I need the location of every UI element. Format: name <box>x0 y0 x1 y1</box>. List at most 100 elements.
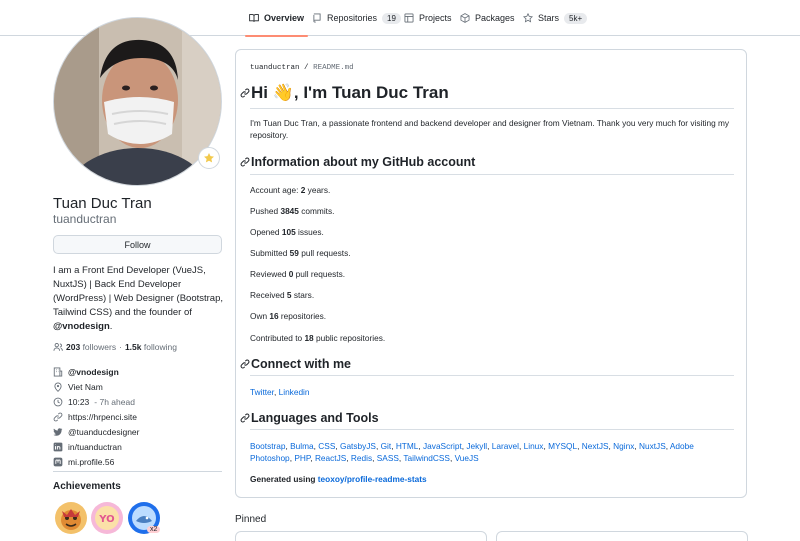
repo-icon <box>313 13 321 23</box>
tab-label: Overview <box>264 13 305 23</box>
generated-line: Generated using teoxoy/profile-readme-st… <box>250 473 427 485</box>
detail-twitter-text: @tuanducdesigner <box>68 426 140 437</box>
tool-link[interactable]: Redis <box>351 453 372 463</box>
yolo-badge-icon[interactable]: YO <box>90 501 124 535</box>
tab-repositories[interactable]: Repositories 19 <box>312 0 401 36</box>
tool-link[interactable]: PHP <box>294 453 310 463</box>
followers-link[interactable]: 203 followers <box>66 342 116 352</box>
tool-link[interactable]: ReactJS <box>315 453 346 463</box>
tab-label: Stars <box>538 13 560 23</box>
separator: · <box>119 342 122 352</box>
follow-button[interactable]: Follow <box>53 235 222 254</box>
detail-org[interactable]: @vnodesign <box>53 364 223 379</box>
generated-label: Generated using <box>250 474 316 484</box>
bio-org-link[interactable]: @vnodesign <box>53 321 110 332</box>
title-divider <box>250 108 734 109</box>
tab-stars[interactable]: Stars 5k+ <box>523 0 588 36</box>
connect-heading-text: Connect with me <box>251 357 352 371</box>
anchor-link-icon[interactable] <box>240 157 250 167</box>
achievement-badge-icon[interactable] <box>54 501 88 535</box>
tool-link[interactable]: Git <box>381 441 392 451</box>
pinned-repo-card[interactable] <box>235 531 487 541</box>
info-divider <box>250 174 734 175</box>
twitter-icon <box>53 427 63 436</box>
followers-label: followers <box>82 342 117 352</box>
avatar[interactable] <box>53 17 222 186</box>
stat-value: 16 <box>269 311 279 321</box>
stat-post: public repositories. <box>313 333 386 343</box>
readme-title-text: Hi 👋, I'm Tuan Duc Tran <box>251 83 449 102</box>
tool-link[interactable]: JavaScript <box>423 441 462 451</box>
tab-label: Projects <box>419 13 452 23</box>
tab-overview[interactable]: Overview <box>244 0 309 37</box>
profile-fullname: Tuan Duc Tran <box>53 195 152 212</box>
table-icon <box>404 13 414 23</box>
sidebar-divider <box>53 471 222 472</box>
anchor-link-icon[interactable] <box>240 413 250 423</box>
anchor-link-icon[interactable] <box>240 88 250 98</box>
crumb-file[interactable]: README.md <box>313 64 354 72</box>
anchor-link-icon[interactable] <box>240 359 250 369</box>
tools-divider <box>250 429 734 430</box>
twitter-link[interactable]: Twitter <box>250 387 274 397</box>
svg-text:YO: YO <box>98 514 114 525</box>
detail-website[interactable]: https://hrpenci.site <box>53 409 223 424</box>
pinned-repo-card[interactable] <box>496 531 748 541</box>
tool-link[interactable]: VueJS <box>455 453 479 463</box>
achievement-multiplier: x2 <box>147 526 161 533</box>
detail-twitter[interactable]: @tuanducdesigner <box>53 424 223 439</box>
linkedin-icon <box>53 442 63 451</box>
tab-packages[interactable]: Packages <box>460 0 515 36</box>
readme-intro: I'm Tuan Duc Tran, a passionate frontend… <box>250 118 730 140</box>
following-link[interactable]: 1.5k following <box>125 342 177 352</box>
tool-link[interactable]: Nginx <box>613 441 634 451</box>
tool-link[interactable]: MYSQL <box>548 441 577 451</box>
detail-mastodon-text: mi.profile.56 <box>68 456 115 467</box>
info-heading-text: Information about my GitHub account <box>251 155 476 169</box>
readme-card: tuanductran / README.md Hi 👋, I'm Tuan D… <box>235 49 747 498</box>
generated-link[interactable]: teoxoy/profile-readme-stats <box>318 474 427 484</box>
tool-link[interactable]: HTML <box>396 441 419 451</box>
stat-pre: Pushed <box>250 206 281 216</box>
readme-title: Hi 👋, I'm Tuan Duc Tran <box>240 83 449 103</box>
stat-value: 105 <box>281 227 296 237</box>
stat-repositories: Own 16 repositories. <box>250 310 326 322</box>
detail-org-text: @vnodesign <box>68 366 119 377</box>
tool-link[interactable]: Bootstrap <box>250 441 286 451</box>
detail-mastodon[interactable]: mi.profile.56 <box>53 454 223 469</box>
tool-link[interactable]: TailwindCSS <box>403 453 450 463</box>
achievements-title: Achievements <box>53 481 121 492</box>
tool-link[interactable]: NextJS <box>582 441 609 451</box>
readme-breadcrumb: tuanductran / README.md <box>250 64 354 72</box>
linkedin-link[interactable]: Linkedin <box>279 387 310 397</box>
tools-heading-text: Languages and Tools <box>251 411 379 425</box>
package-icon <box>460 13 470 23</box>
tool-link[interactable]: SASS <box>377 453 399 463</box>
stat-pre: Submitted <box>250 248 290 258</box>
crumb-separator: / <box>304 64 309 72</box>
crumb-user[interactable]: tuanductran <box>250 64 300 72</box>
tool-link[interactable]: Bulma <box>290 441 314 451</box>
profile-bio: I am a Front End Developer (VueJS, NuxtJ… <box>53 264 225 334</box>
stat-commits: Pushed 3845 commits. <box>250 205 334 217</box>
book-icon <box>249 14 259 22</box>
connect-heading: Connect with me <box>240 357 351 371</box>
status-emoji-icon[interactable] <box>198 147 220 169</box>
tool-link[interactable]: Linux <box>524 441 544 451</box>
stat-contributed: Contributed to 18 public repositories. <box>250 332 385 344</box>
repositories-count: 19 <box>382 12 401 24</box>
tool-link[interactable]: Jekyll <box>466 441 487 451</box>
stat-account-age: Account age: 2 years. <box>250 184 330 196</box>
tab-label: Repositories <box>327 13 378 23</box>
tool-link[interactable]: NuxtJS <box>639 441 666 451</box>
stat-reviews: Reviewed 0 pull requests. <box>250 268 345 280</box>
tab-projects[interactable]: Projects <box>404 0 452 36</box>
tool-link[interactable]: CSS <box>318 441 335 451</box>
tool-link[interactable]: Laravel <box>492 441 519 451</box>
tools-list: Bootstrap, Bulma, CSS, GatsbyJS, Git, HT… <box>250 441 694 463</box>
organization-icon <box>53 367 63 376</box>
stat-post: repositories. <box>278 311 327 321</box>
detail-linkedin[interactable]: in/tuanductran <box>53 439 223 454</box>
detail-localtime: 10:23 - 7h ahead <box>53 394 223 409</box>
tool-link[interactable]: GatsbyJS <box>340 441 376 451</box>
